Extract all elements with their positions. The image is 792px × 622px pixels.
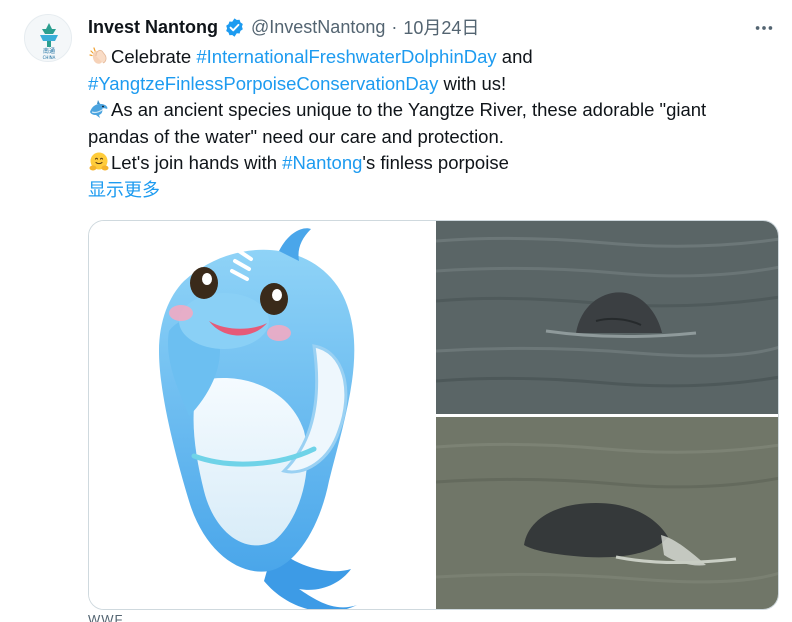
text-pandas-of-water: pandas of the water" need our care and p… bbox=[88, 125, 504, 147]
clapping-hands-emoji bbox=[88, 45, 110, 67]
avatar-text: 南通 bbox=[43, 47, 55, 55]
media-grid bbox=[88, 220, 779, 610]
tweet-text: Celebrate #InternationalFreshwaterDolphi… bbox=[88, 44, 778, 204]
hugging-face-emoji bbox=[88, 151, 110, 173]
hashtag-yangtze-finless-porpoise-conservation-day[interactable]: #YangtzeFinlessPorpoiseConservationDay bbox=[88, 73, 438, 94]
footer-partial-text: WWF bbox=[88, 612, 124, 622]
timestamp[interactable]: 10月24日 bbox=[403, 14, 479, 40]
separator: · bbox=[391, 16, 398, 37]
text-celebrate: Celebrate bbox=[111, 46, 197, 67]
display-name[interactable]: Invest Nantong bbox=[88, 17, 218, 38]
text-line-2: #YangtzeFinlessPorpoiseConservationDay w… bbox=[88, 71, 778, 98]
text-ancient-species: As an ancient species unique to the Yang… bbox=[111, 99, 707, 120]
show-more-line: 显示更多 bbox=[88, 177, 778, 205]
show-more-link[interactable]: 显示更多 bbox=[88, 180, 160, 201]
text-and: and bbox=[496, 46, 533, 67]
text-line-5: Let's join hands with #Nantong's finless… bbox=[88, 150, 778, 177]
mascot-image[interactable] bbox=[89, 221, 433, 609]
text-line-4: pandas of the water" need our care and p… bbox=[88, 124, 778, 151]
porpoise-photo-bottom[interactable] bbox=[435, 417, 778, 609]
hashtag-international-freshwater-dolphin-day[interactable]: #InternationalFreshwaterDolphinDay bbox=[196, 46, 496, 67]
dolphin-emoji bbox=[88, 98, 110, 120]
porpoise-photo-top[interactable] bbox=[435, 221, 778, 414]
text-line-1: Celebrate #InternationalFreshwaterDolphi… bbox=[88, 44, 778, 71]
avatar-subtext: CHINA bbox=[43, 55, 56, 60]
hashtag-nantong[interactable]: #Nantong bbox=[282, 152, 362, 173]
text-finless-porpoise: 's finless porpoise bbox=[362, 152, 509, 173]
verified-badge-icon[interactable] bbox=[224, 17, 245, 38]
tweet[interactable]: 南通 CHINA Invest Nantong @InvestNantong ·… bbox=[0, 0, 792, 622]
text-line-3: As an ancient species unique to the Yang… bbox=[88, 97, 778, 124]
avatar[interactable]: 南通 CHINA bbox=[24, 14, 72, 62]
text-with-us: with us! bbox=[438, 72, 507, 94]
more-options-icon[interactable] bbox=[750, 14, 778, 42]
handle[interactable]: @InvestNantong bbox=[251, 17, 385, 38]
tweet-header: Invest Nantong @InvestNantong · 10月24日 bbox=[88, 14, 479, 40]
text-join-hands: Let's join hands with bbox=[111, 152, 283, 173]
